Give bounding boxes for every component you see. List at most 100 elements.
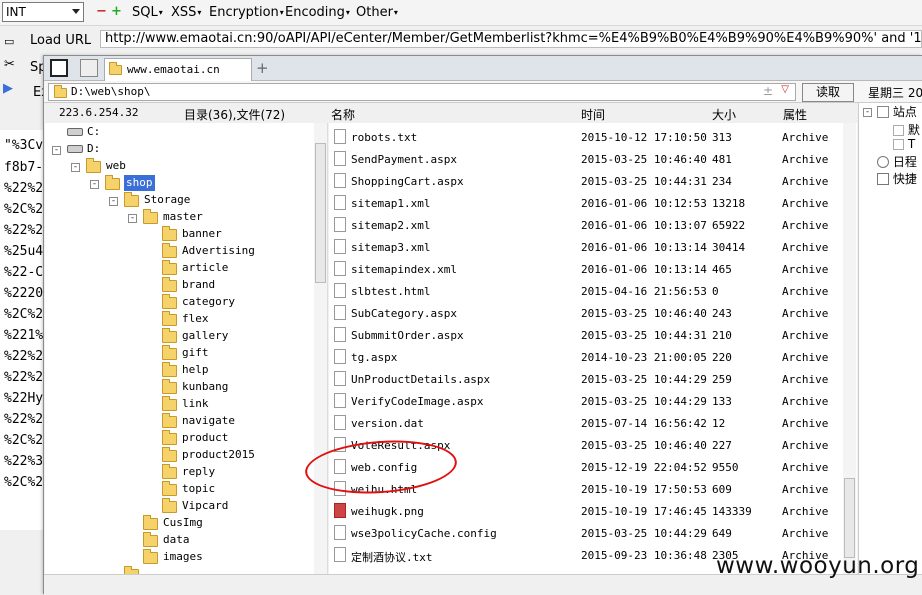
collapse-icon[interactable]: - [52, 146, 61, 155]
tree-node-label: help [182, 363, 209, 376]
file-size: 9550 [712, 461, 739, 474]
minus-icon[interactable]: − [96, 5, 107, 18]
collapse-icon[interactable]: - [71, 163, 80, 172]
folder-icon [162, 498, 177, 513]
file-row[interactable]: SubCategory.aspx 2015-03-25 10:46:40 243 Ar… [329, 302, 857, 324]
file-size: 243 [712, 307, 732, 320]
file-row[interactable]: version.dat 2015-07-14 16:56:42 12 Archive [329, 412, 857, 434]
list-scrollbar-thumb[interactable] [844, 478, 855, 558]
shortcut-icon [877, 173, 889, 185]
tree-node-label: category [182, 295, 235, 308]
file-name: sitemap2.xml [351, 219, 431, 232]
schedule-item[interactable]: 日程 [877, 153, 917, 170]
menu-encryption[interactable]: Encryption▾ [209, 5, 284, 20]
file-attr: Archive [782, 373, 829, 386]
read-button[interactable]: 读取 [802, 83, 854, 102]
menu-encoding[interactable]: Encoding▾ [285, 5, 350, 20]
file-name: 定制酒协议.txt [351, 551, 433, 564]
folder-icon [143, 515, 158, 530]
folder-icon [143, 549, 158, 564]
text-line: %22-C [4, 265, 44, 280]
collapse-icon[interactable]: - [128, 214, 137, 223]
site-item[interactable]: T [893, 137, 915, 151]
post-data-textarea[interactable]: "%3Cv f8b7- %22%2 %2C%2 %22%2 %25u4 %22-… [0, 130, 46, 530]
column-attr[interactable]: 属性 [783, 106, 807, 123]
file-size: 259 [712, 373, 732, 386]
column-time[interactable]: 时间 [581, 106, 605, 123]
text-line: %22%2 [4, 412, 44, 427]
file-row[interactable]: sitemap2.xml 2016-01-06 10:13:07 65922 Arch… [329, 214, 857, 236]
file-row[interactable]: sitemapindex.xml 2016-01-06 10:13:14 465 Ar… [329, 258, 857, 280]
plus-minus-icon[interactable]: ± [763, 84, 773, 98]
file-attr: Archive [782, 527, 829, 540]
execute-icon: ▶ [3, 81, 13, 96]
chevron-down-icon[interactable]: ▽ [781, 84, 789, 95]
menu-encryption-label: Encryption [209, 5, 279, 20]
file-row[interactable]: SendPayment.aspx 2015-03-25 10:46:40 481 Ar… [329, 148, 857, 170]
panel-toggle-icon[interactable] [50, 59, 68, 77]
folder-icon [162, 447, 177, 462]
file-row[interactable]: weihugk.png 2015-10-19 17:46:45 143339 Arch… [329, 500, 857, 522]
file-attr: Archive [782, 439, 829, 452]
file-row[interactable]: robots.txt 2015-10-12 17:10:50 313 Archive [329, 126, 857, 148]
file-time: 2015-03-25 10:44:29 [581, 395, 707, 408]
folder-icon [162, 345, 177, 360]
file-icon [334, 217, 346, 232]
tree-scrollbar-thumb[interactable] [315, 143, 326, 283]
file-row[interactable]: sitemap3.xml 2016-01-06 10:13:14 30414 Arch… [329, 236, 857, 258]
new-tab-button[interactable]: + [256, 59, 269, 77]
collapse-icon[interactable]: - [109, 197, 118, 206]
file-size: 609 [712, 483, 732, 496]
file-name: robots.txt [351, 131, 418, 144]
site-heading: 站点 [877, 103, 917, 120]
file-row[interactable]: slbtest.html 2015-04-16 21:56:53 0 Archive [329, 280, 857, 302]
file-row[interactable]: SubmmitOrder.aspx 2015-03-25 10:44:31 210 A… [329, 324, 857, 346]
shortcut-item[interactable]: 快捷 [877, 170, 917, 187]
file-size: 65922 [712, 219, 746, 232]
file-name: sitemapindex.xml [351, 263, 457, 276]
file-row[interactable]: ShoppingCart.aspx 2015-03-25 10:44:31 234 A… [329, 170, 857, 192]
tab-site[interactable]: www.emaotai.cn [104, 58, 252, 81]
tree-node-label: data [163, 533, 190, 546]
menu-sql-label: SQL [132, 5, 158, 20]
collapse-icon[interactable]: - [863, 108, 872, 117]
menu-xss[interactable]: XSS▾ [171, 5, 201, 20]
file-size: 313 [712, 131, 732, 144]
file-icon [334, 283, 346, 298]
menu-other[interactable]: Other▾ [356, 5, 398, 20]
site-item[interactable]: 默 [893, 121, 920, 138]
file-attr: Archive [782, 395, 829, 408]
collapse-icon[interactable]: - [90, 180, 99, 189]
clock-icon [877, 156, 889, 168]
tree-node-label: Advertising [182, 244, 255, 257]
type-select[interactable]: INT [2, 2, 84, 22]
file-size: 143339 [712, 505, 752, 518]
file-row[interactable]: tg.aspx 2014-10-23 21:00:05 220 Archive [329, 346, 857, 368]
load-url-button[interactable]: Load URL [30, 33, 91, 48]
file-time: 2015-10-19 17:50:53 [581, 483, 707, 496]
column-size[interactable]: 大小 [712, 106, 736, 123]
file-name: tg.aspx [351, 351, 398, 364]
tree-node-label: images [163, 550, 203, 563]
grid-icon[interactable] [80, 59, 98, 77]
file-row[interactable]: VerifyCodeImage.aspx 2015-03-25 10:44:29 1… [329, 390, 857, 412]
file-size: 227 [712, 439, 732, 452]
file-size: 13218 [712, 197, 746, 210]
url-input[interactable]: http://www.emaotai.cn:90/oAPI/API/eCente… [100, 30, 922, 48]
text-line: %2C%2 [4, 475, 44, 490]
tree-node-label: product2015 [182, 448, 255, 461]
file-name: UnProductDetails.aspx [351, 373, 491, 386]
column-name[interactable]: 名称 [331, 106, 355, 123]
file-row[interactable]: wse3policyCache.config 2015-03-25 10:44:2… [329, 522, 857, 544]
folder-icon [162, 464, 177, 479]
tree-node-label: Vipcard [182, 499, 229, 512]
file-attr: Archive [782, 197, 829, 210]
file-row[interactable]: sitemap1.xml 2016-01-06 10:12:53 13218 Arch… [329, 192, 857, 214]
path-input[interactable]: D:\web\shop\ ± ▽ [48, 83, 796, 101]
text-line: %22%2 [4, 370, 44, 385]
file-time: 2016-01-06 10:13:07 [581, 219, 707, 232]
plus-icon[interactable]: + [111, 5, 122, 18]
file-row[interactable]: UnProductDetails.aspx 2015-03-25 10:44:29… [329, 368, 857, 390]
file-time: 2015-03-25 10:44:31 [581, 329, 707, 342]
menu-sql[interactable]: SQL▾ [132, 5, 163, 20]
